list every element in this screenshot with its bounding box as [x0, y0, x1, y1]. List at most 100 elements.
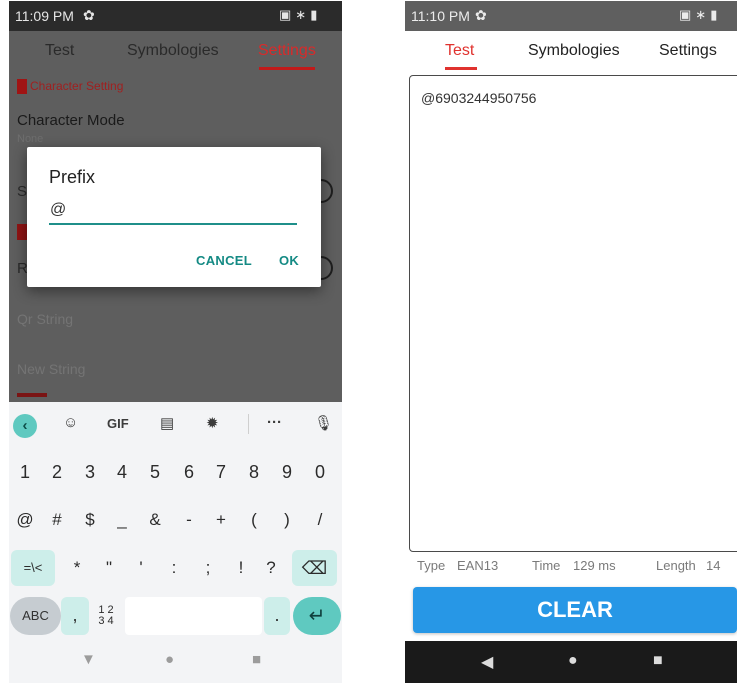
tab-test[interactable]: Test — [45, 42, 74, 60]
system-icons: ▣∗▮ — [279, 7, 321, 23]
cancel-button[interactable]: CANCEL — [196, 253, 252, 268]
screenshot-icon: ▣ — [279, 7, 296, 22]
length-value: 14 — [706, 558, 721, 573]
nav-home-icon[interactable]: ● — [568, 652, 578, 670]
nav-recents-icon[interactable]: ■ — [252, 651, 261, 668]
right-phone-screen: 11:10 PM ✿ ▣∗▮ Test Symbologies Settings… — [405, 1, 737, 683]
abc-key[interactable]: ABC — [10, 597, 61, 635]
backspace-icon[interactable]: ⌫ — [292, 550, 337, 586]
key-exclamation[interactable]: ! — [229, 550, 253, 586]
new-string-item[interactable]: New String — [17, 361, 85, 377]
nav-home-icon[interactable]: ● — [165, 651, 174, 668]
system-icons: ▣∗▮ — [679, 7, 721, 23]
third-row: =\< * " ' : ; ! ? ⌫ — [9, 550, 342, 588]
ok-button[interactable]: OK — [279, 253, 299, 268]
section-header-character-setting: Character Setting — [17, 79, 123, 95]
key-0[interactable]: 0 — [306, 454, 334, 490]
symbol-row: @ # $ _ & - + ( ) / — [9, 502, 342, 540]
tab-settings[interactable]: Settings — [258, 42, 316, 60]
key-5[interactable]: 5 — [141, 454, 169, 490]
prefix-input[interactable]: @ — [49, 201, 297, 225]
dialog-title: Prefix — [49, 167, 96, 187]
clipboard-icon[interactable]: ▤ — [160, 414, 174, 432]
key-plus[interactable]: + — [207, 502, 235, 538]
key-8[interactable]: 8 — [240, 454, 268, 490]
numpad-label: 1 23 4 — [98, 605, 113, 627]
navigation-bar: ▼ ● ■ — [9, 641, 342, 683]
nav-recents-icon[interactable]: ■ — [653, 652, 663, 670]
gif-button[interactable]: GIF — [107, 416, 129, 431]
more-icon[interactable]: ··· — [267, 414, 282, 431]
character-mode-value: None — [17, 133, 44, 145]
key-7[interactable]: 7 — [207, 454, 235, 490]
key-comma[interactable]: , — [61, 597, 89, 635]
sticker-icon[interactable]: ☺ — [63, 414, 78, 431]
key-6[interactable]: 6 — [175, 454, 203, 490]
nav-back-icon[interactable]: ▼ — [81, 651, 96, 668]
tab-settings[interactable]: Settings — [659, 42, 717, 60]
time-label: Time — [532, 558, 561, 573]
key-open-paren[interactable]: ( — [240, 502, 268, 538]
key-hash[interactable]: # — [43, 502, 71, 538]
bluetooth-icon: ∗ — [695, 7, 711, 22]
time-value: 129 ms — [573, 558, 616, 573]
key-4[interactable]: 4 — [108, 454, 136, 490]
qr-string-item[interactable]: Qr String — [17, 311, 73, 327]
navigation-bar: ◀ ● ■ — [405, 641, 737, 683]
status-bar: 11:10 PM ✿ ▣∗▮ — [405, 1, 737, 31]
key-double-quote[interactable]: " — [97, 550, 121, 586]
gear-icon[interactable]: ✹ — [206, 414, 219, 432]
tab-test[interactable]: Test — [445, 42, 474, 60]
key-9[interactable]: 9 — [273, 454, 301, 490]
key-single-quote[interactable]: ' — [129, 550, 153, 586]
partial-setting-label: S — [17, 183, 28, 200]
numpad-key[interactable]: 1 23 4 — [89, 597, 123, 635]
scan-result-textbox[interactable]: @6903244950756 — [409, 75, 737, 552]
section-marker — [17, 79, 27, 95]
section-marker — [17, 224, 27, 240]
back-arrow-icon[interactable]: ‹ — [13, 414, 37, 438]
status-time: 11:09 PM — [15, 8, 74, 24]
key-at[interactable]: @ — [11, 502, 39, 538]
tab-symbologies[interactable]: Symbologies — [127, 42, 219, 60]
key-close-paren[interactable]: ) — [273, 502, 301, 538]
key-semicolon[interactable]: ; — [196, 550, 220, 586]
character-mode-title[interactable]: Character Mode — [17, 112, 125, 129]
type-label: Type — [417, 558, 446, 573]
key-question[interactable]: ? — [259, 550, 283, 586]
settings-notification-icon: ✿ — [475, 7, 487, 23]
tab-symbologies[interactable]: Symbologies — [528, 42, 620, 60]
settings-notification-icon: ✿ — [83, 7, 95, 23]
key-dollar[interactable]: $ — [76, 502, 104, 538]
key-slash[interactable]: / — [306, 502, 334, 538]
bluetooth-icon: ∗ — [295, 7, 311, 22]
key-underscore[interactable]: _ — [108, 502, 136, 538]
microphone-icon[interactable]: 🎙 — [314, 414, 333, 432]
screenshot-icon: ▣ — [679, 7, 696, 22]
key-more-symbols[interactable]: =\< — [11, 550, 55, 586]
space-key[interactable] — [125, 597, 262, 635]
key-2[interactable]: 2 — [43, 454, 71, 490]
bottom-row: ABC , 1 23 4 . ↵ — [9, 597, 342, 637]
section-header-label: Character Setting — [30, 79, 124, 93]
battery-icon: ▮ — [310, 7, 322, 22]
key-asterisk[interactable]: * — [65, 550, 89, 586]
tab-bar: Test Symbologies Settings — [405, 31, 737, 73]
length-label: Length — [656, 558, 696, 573]
status-time: 11:10 PM — [411, 8, 470, 24]
key-3[interactable]: 3 — [76, 454, 104, 490]
clear-button[interactable]: CLEAR — [413, 587, 737, 633]
key-period[interactable]: . — [264, 597, 290, 635]
key-ampersand[interactable]: & — [141, 502, 169, 538]
key-colon[interactable]: : — [162, 550, 186, 586]
nav-back-icon[interactable]: ◀ — [481, 652, 493, 672]
type-value: EAN13 — [457, 558, 499, 573]
keyboard-toolbar: ‹ ☺ GIF ▤ ✹ ··· 🎙 — [9, 402, 342, 446]
scan-result-text: @6903244950756 — [421, 90, 537, 106]
numpad-label-bottom: 3 4 — [98, 615, 114, 628]
key-1[interactable]: 1 — [11, 454, 39, 490]
enter-icon[interactable]: ↵ — [293, 597, 341, 635]
soft-keyboard: ‹ ☺ GIF ▤ ✹ ··· 🎙 1 2 3 4 5 6 7 8 9 0 @ … — [9, 402, 342, 683]
key-minus[interactable]: - — [175, 502, 203, 538]
tab-bar: Test Symbologies Settings — [9, 31, 342, 75]
